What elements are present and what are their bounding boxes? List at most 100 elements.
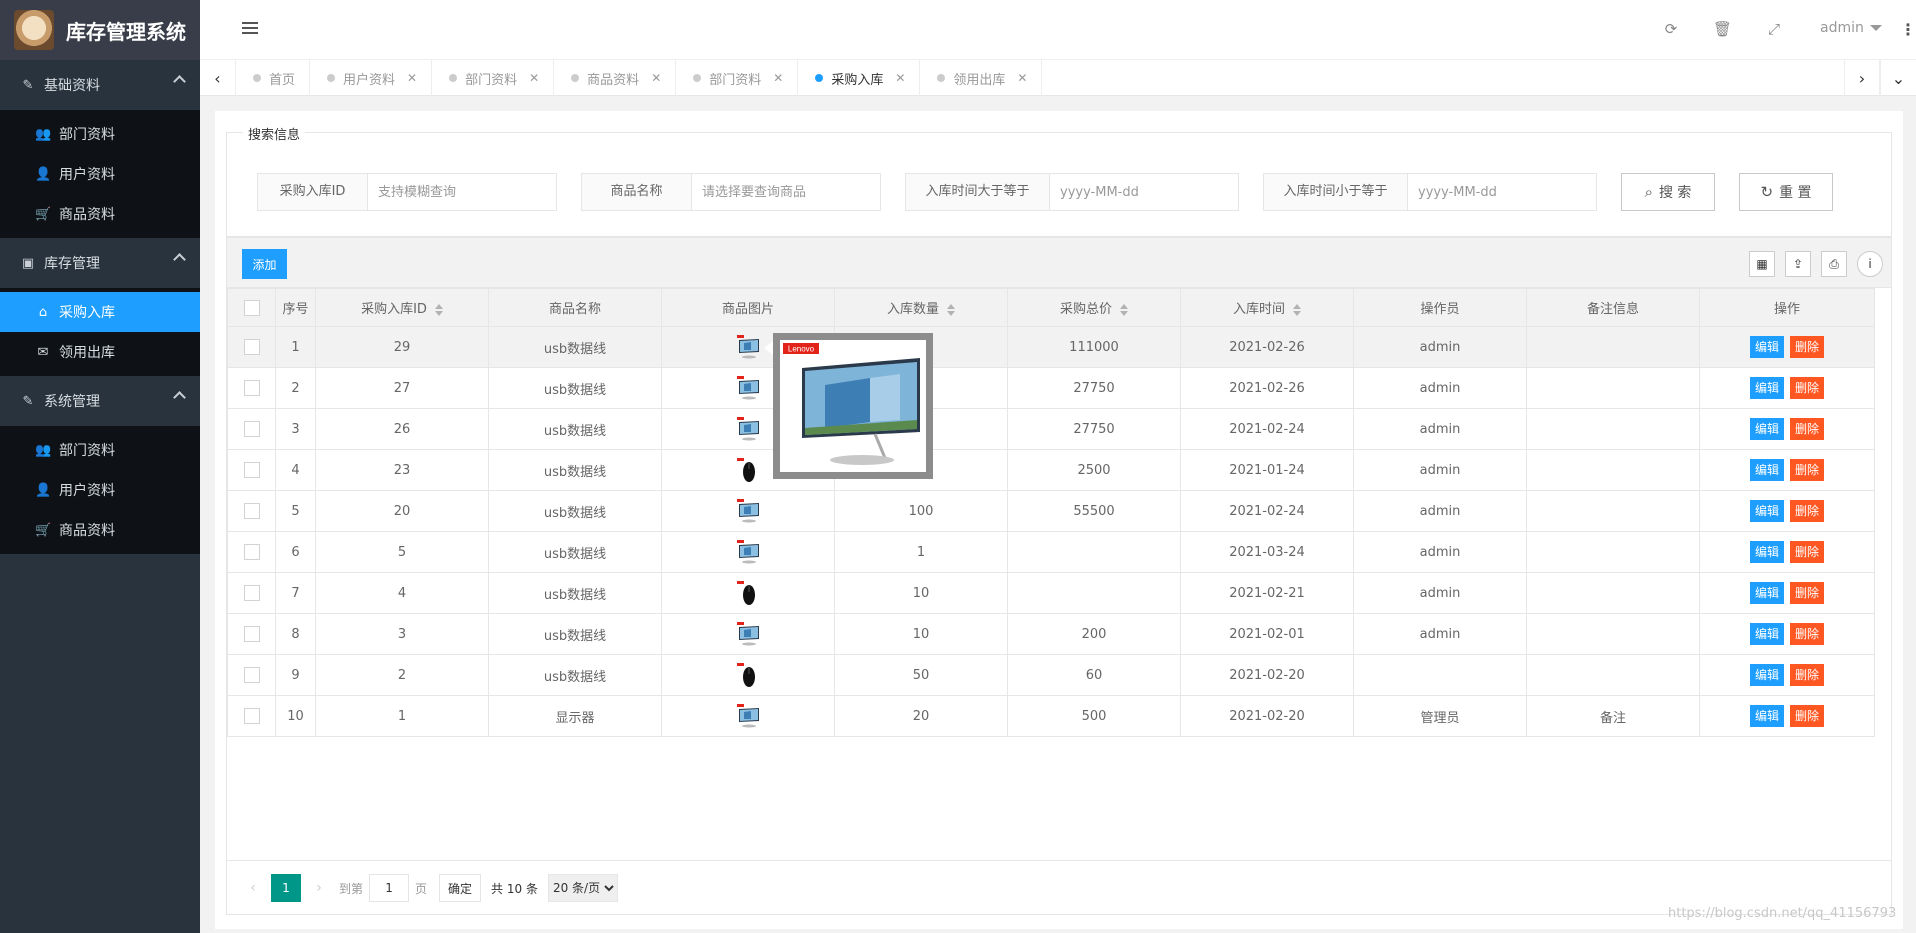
monitor-thumbnail[interactable] xyxy=(735,621,761,647)
delete-button[interactable]: 删除 xyxy=(1790,623,1824,645)
monitor-thumbnail[interactable] xyxy=(735,539,761,565)
menu-fold-icon[interactable] xyxy=(242,22,258,36)
close-icon[interactable]: ✕ xyxy=(529,71,539,85)
goto-confirm-button[interactable]: 确定 xyxy=(439,874,482,902)
monitor-thumbnail[interactable] xyxy=(735,416,761,442)
row-checkbox[interactable] xyxy=(243,503,260,519)
delete-button[interactable]: 删除 xyxy=(1790,705,1824,727)
delete-button[interactable]: 删除 xyxy=(1790,336,1824,358)
export-icon[interactable]: ⇪ xyxy=(1785,251,1811,277)
close-icon[interactable]: ✕ xyxy=(1017,71,1027,85)
fullscreen-icon[interactable]: ⤢ xyxy=(1765,20,1783,38)
tab-dropdown-icon[interactable]: ⌄ xyxy=(1880,60,1916,96)
monitor-thumbnail[interactable] xyxy=(735,498,761,524)
print-icon[interactable]: ⎙ xyxy=(1821,251,1847,277)
edit-button[interactable]: 编辑 xyxy=(1750,582,1784,604)
tab[interactable]: 领用出库 ✕ xyxy=(920,60,1043,96)
delete-button[interactable]: 删除 xyxy=(1790,664,1824,686)
page-prev-icon[interactable]: ‹ xyxy=(239,880,267,896)
header-qty[interactable]: 入库数量 xyxy=(834,288,1008,327)
menu-group-header[interactable]: ▣ 库存管理 xyxy=(0,238,200,288)
mouse-thumbnail[interactable] xyxy=(735,457,761,483)
tab[interactable]: 采购入库 ✕ xyxy=(798,60,921,96)
edit-button[interactable]: 编辑 xyxy=(1750,336,1784,358)
header-total[interactable]: 采购总价 xyxy=(1007,288,1181,327)
row-checkbox[interactable] xyxy=(243,421,260,437)
delete-button[interactable]: 删除 xyxy=(1790,582,1824,604)
delete-button[interactable]: 删除 xyxy=(1790,541,1824,563)
sort-icon[interactable] xyxy=(947,303,955,316)
row-checkbox[interactable] xyxy=(243,380,260,396)
edit-button[interactable]: 编辑 xyxy=(1750,623,1784,645)
tab-next-icon[interactable]: › xyxy=(1844,60,1880,96)
search-name-input[interactable] xyxy=(692,174,880,210)
sidebar-menu-item[interactable]: 👤 用户资料 xyxy=(0,470,200,510)
tab[interactable]: 首页 xyxy=(236,60,311,96)
edit-button[interactable]: 编辑 xyxy=(1750,541,1784,563)
delete-button[interactable]: 删除 xyxy=(1790,459,1824,481)
edit-button[interactable]: 编辑 xyxy=(1750,459,1784,481)
sort-icon[interactable] xyxy=(1120,303,1128,316)
more-vertical-icon[interactable]: ⋮ xyxy=(1900,20,1916,39)
sort-icon[interactable] xyxy=(434,303,443,316)
search-button[interactable]: ⌕ 搜 索 xyxy=(1621,173,1715,211)
add-button[interactable]: 添加 xyxy=(242,249,287,279)
info-icon[interactable]: i xyxy=(1857,251,1883,277)
row-checkbox[interactable] xyxy=(243,667,260,683)
row-checkbox[interactable] xyxy=(243,462,260,478)
monitor-thumbnail[interactable] xyxy=(735,703,761,729)
menu-group-header[interactable]: ✎ 基础资料 xyxy=(0,60,200,110)
monitor-thumbnail[interactable] xyxy=(735,375,761,401)
sidebar-menu-item[interactable]: 👥 部门资料 xyxy=(0,430,200,470)
delete-button[interactable]: 删除 xyxy=(1790,500,1824,522)
sidebar-menu-item[interactable]: 🛒 商品资料 xyxy=(0,510,200,550)
header-date[interactable]: 入库时间 xyxy=(1180,288,1354,327)
user-menu[interactable]: admin xyxy=(1820,20,1882,36)
page-size-select[interactable]: 20 条/页 xyxy=(547,874,618,902)
tab[interactable]: 商品资料 ✕ xyxy=(554,60,677,96)
mouse-thumbnail[interactable] xyxy=(735,580,761,606)
search-date-to-input[interactable] xyxy=(1408,174,1596,210)
refresh-icon[interactable]: ⟳ xyxy=(1662,20,1680,38)
tab[interactable]: 部门资料 ✕ xyxy=(676,60,799,96)
search-id-input[interactable] xyxy=(368,174,556,210)
goto-page-input[interactable] xyxy=(369,874,410,902)
row-checkbox[interactable] xyxy=(243,544,260,560)
menu-group-header[interactable]: ✎ 系统管理 xyxy=(0,376,200,426)
trash-icon[interactable]: 🗑 xyxy=(1713,20,1732,38)
edit-button[interactable]: 编辑 xyxy=(1750,705,1784,727)
tab[interactable]: 部门资料 ✕ xyxy=(432,60,555,96)
delete-button[interactable]: 删除 xyxy=(1790,418,1824,440)
page-next-icon[interactable]: › xyxy=(305,880,333,896)
row-checkbox[interactable] xyxy=(243,585,260,601)
mouse-thumbnail[interactable] xyxy=(735,662,761,688)
sidebar-menu-item[interactable]: 🛒 商品资料 xyxy=(0,194,200,234)
close-icon[interactable]: ✕ xyxy=(895,71,905,85)
close-icon[interactable]: ✕ xyxy=(773,71,783,85)
select-all-checkbox[interactable] xyxy=(243,299,260,316)
edit-button[interactable]: 编辑 xyxy=(1750,500,1784,522)
close-icon[interactable]: ✕ xyxy=(651,71,661,85)
monitor-thumbnail[interactable] xyxy=(735,334,761,360)
delete-button[interactable]: 删除 xyxy=(1790,377,1824,399)
tab-prev-icon[interactable]: ‹ xyxy=(200,60,236,96)
cell-note xyxy=(1526,654,1700,696)
tab[interactable]: 用户资料 ✕ xyxy=(310,60,433,96)
edit-button[interactable]: 编辑 xyxy=(1750,377,1784,399)
sidebar-menu-item[interactable]: ✉ 领用出库 xyxy=(0,332,200,372)
search-date-from-input[interactable] xyxy=(1050,174,1238,210)
close-icon[interactable]: ✕ xyxy=(407,71,417,85)
page-current[interactable]: 1 xyxy=(271,874,301,902)
header-id[interactable]: 采购入库ID xyxy=(315,288,489,327)
edit-button[interactable]: 编辑 xyxy=(1750,664,1784,686)
row-checkbox[interactable] xyxy=(243,339,260,355)
sort-icon[interactable] xyxy=(1293,303,1301,316)
reset-button[interactable]: ↻ 重 置 xyxy=(1739,173,1833,211)
sidebar-menu-item[interactable]: 👤 用户资料 xyxy=(0,154,200,194)
edit-button[interactable]: 编辑 xyxy=(1750,418,1784,440)
row-checkbox[interactable] xyxy=(243,708,260,724)
sidebar-menu-item[interactable]: 👥 部门资料 xyxy=(0,114,200,154)
row-checkbox[interactable] xyxy=(243,626,260,642)
sidebar-menu-item[interactable]: ⌂ 采购入库 xyxy=(0,292,200,332)
columns-icon[interactable]: ▦ xyxy=(1749,251,1775,277)
